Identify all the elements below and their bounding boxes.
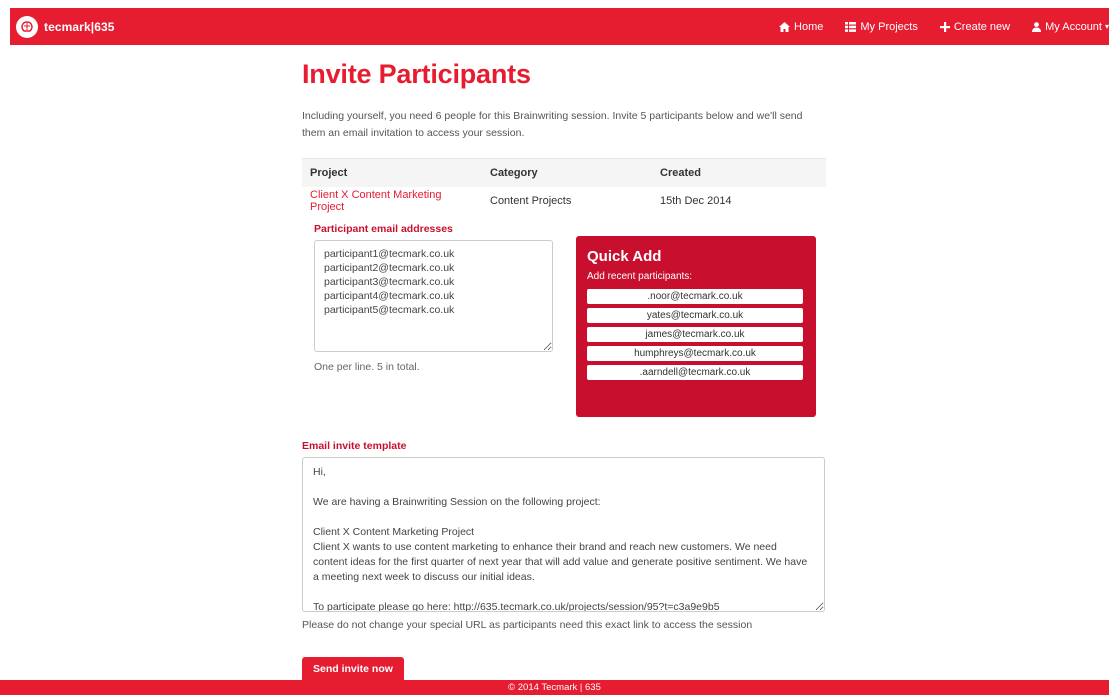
list-icon	[845, 21, 857, 32]
main-content: Invite Participants Including yourself, …	[302, 54, 826, 423]
quick-add-item[interactable]: yates@tecmark.co.uk	[587, 307, 803, 323]
nav-create-new-label: Create new	[953, 20, 1011, 33]
nav-home-label: Home	[794, 20, 824, 33]
nav-create-new[interactable]: Create new	[939, 20, 1011, 33]
table-row: Client X Content Marketing Project Conte…	[302, 187, 826, 215]
participant-emails-textarea[interactable]: participant1@tecmark.co.uk participant2@…	[314, 239, 553, 352]
header-project: Project	[302, 158, 482, 187]
template-label: Email invite template	[302, 440, 407, 452]
quick-add-title: Quick Add	[587, 247, 662, 265]
nav-my-account-label: My Account	[1045, 20, 1102, 33]
emails-label: Participant email addresses	[314, 222, 453, 235]
cell-project: Client X Content Marketing Project	[302, 187, 482, 215]
top-navbar: tecmark|635 Home My Projects Create new	[10, 8, 1109, 45]
cell-category: Content Projects	[490, 194, 572, 207]
header-created: Created	[652, 158, 826, 187]
chevron-down-icon: ▾	[1104, 22, 1109, 31]
brain-logo-icon	[16, 16, 38, 38]
quick-add-item[interactable]: .aarndell@tecmark.co.uk	[587, 364, 803, 380]
nav-links: Home My Projects Create new My Account ▾	[757, 8, 1109, 45]
footer-text: © 2014 Tecmark | 635	[508, 682, 601, 693]
quick-add-panel: Quick Add Add recent participants: .noor…	[576, 235, 816, 417]
project-table: Project Category Created Client X Conten…	[302, 158, 826, 215]
home-icon	[779, 21, 791, 32]
brand-name: tecmark|635	[44, 20, 115, 34]
nav-home[interactable]: Home	[779, 21, 823, 33]
quick-add-subtitle: Add recent participants:	[587, 270, 693, 282]
intro-text: Including yourself, you need 6 people fo…	[302, 110, 803, 139]
nav-my-projects-label: My Projects	[860, 20, 918, 33]
quick-add-item[interactable]: humphreys@tecmark.co.uk	[587, 345, 803, 361]
brand[interactable]: tecmark|635	[16, 15, 115, 39]
emails-help-text: One per line. 5 in total.	[314, 360, 420, 373]
header-category: Category	[482, 158, 652, 187]
quick-add-item[interactable]: james@tecmark.co.uk	[587, 326, 803, 342]
quick-add-item[interactable]: .noor@tecmark.co.uk	[587, 288, 803, 304]
project-link[interactable]: Client X Content Marketing Project	[310, 189, 441, 213]
emails-section: Participant email addresses participant1…	[302, 223, 826, 423]
nav-my-account[interactable]: My Account ▾	[1032, 21, 1109, 33]
cell-created: 15th Dec 2014	[660, 194, 732, 207]
user-icon	[1032, 21, 1042, 32]
nav-my-projects[interactable]: My Projects	[845, 20, 918, 33]
page-title: Invite Participants	[302, 59, 531, 89]
send-invite-button[interactable]: Send invite now	[302, 657, 404, 681]
table-header-row: Project Category Created	[302, 158, 826, 187]
footer: © 2014 Tecmark | 635	[0, 680, 1109, 695]
plus-icon	[939, 21, 950, 32]
email-template-textarea[interactable]: Hi, We are having a Brainwriting Session…	[302, 457, 825, 612]
template-help-text: Please do not change your special URL as…	[302, 619, 753, 631]
quick-add-list: .noor@tecmark.co.uk yates@tecmark.co.uk …	[587, 288, 805, 380]
